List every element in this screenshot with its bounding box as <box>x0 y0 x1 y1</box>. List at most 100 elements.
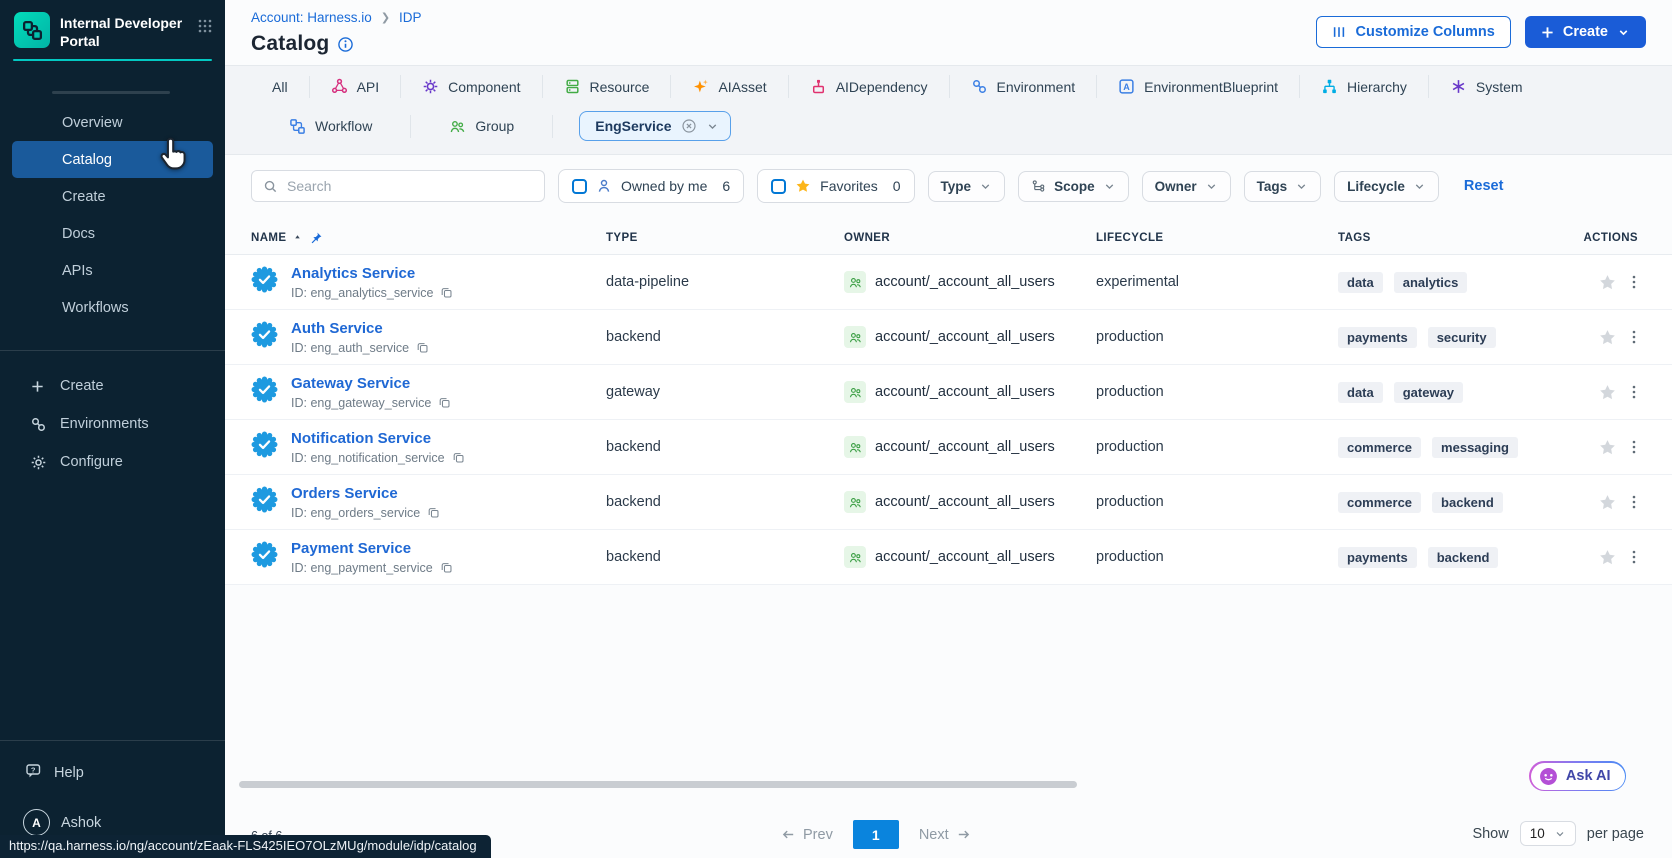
column-type[interactable]: TYPE <box>606 232 844 244</box>
copy-icon[interactable] <box>438 396 451 409</box>
kebab-menu-icon[interactable] <box>1626 384 1642 400</box>
sidebar-nav-label: Catalog <box>62 152 112 168</box>
table-row-gateway-service[interactable]: Gateway Service ID: eng_gateway_service … <box>225 365 1672 420</box>
favorite-star-icon[interactable] <box>1598 273 1617 292</box>
kebab-menu-icon[interactable] <box>1626 549 1642 565</box>
sidebar-item-apis[interactable]: APIs <box>12 252 213 289</box>
search-box[interactable] <box>251 170 545 202</box>
current-page-button[interactable]: 1 <box>853 820 899 849</box>
copy-icon[interactable] <box>416 341 429 354</box>
entity-name-link[interactable]: Notification Service <box>291 430 465 447</box>
sidebar-secondary-configure[interactable]: Configure <box>0 443 225 481</box>
tag-chip: data <box>1338 382 1383 403</box>
tab-aidependency[interactable]: AIDependency <box>789 75 950 98</box>
tab-hierarchy[interactable]: Hierarchy <box>1300 75 1429 98</box>
copy-icon[interactable] <box>440 561 453 574</box>
per-page-select[interactable]: 10 <box>1520 821 1576 846</box>
entity-name-link[interactable]: Gateway Service <box>291 375 451 392</box>
column-lifecycle[interactable]: LIFECYCLE <box>1096 232 1338 244</box>
column-tags[interactable]: TAGS <box>1338 232 1576 244</box>
scope-icon <box>1031 179 1046 194</box>
tab-aiasset[interactable]: AIAsset <box>671 75 788 98</box>
sidebar-item-overview[interactable]: Overview <box>12 104 213 141</box>
filter-lifecycle[interactable]: Lifecycle <box>1334 171 1439 202</box>
catalog-table: NAME TYPE OWNER LIFECYCLE TAGS ACTIONS <box>225 221 1672 585</box>
tab-system[interactable]: System <box>1429 75 1544 98</box>
table-row-auth-service[interactable]: Auth Service ID: eng_auth_service backen… <box>225 310 1672 365</box>
favorite-star-icon[interactable] <box>1598 548 1617 567</box>
sidebar-secondary-nav: Create Environments Configure <box>0 367 225 481</box>
kebab-menu-icon[interactable] <box>1626 494 1642 510</box>
filter-tags[interactable]: Tags <box>1244 171 1322 202</box>
copy-icon[interactable] <box>440 286 453 299</box>
tab-environmentblueprint[interactable]: A EnvironmentBlueprint <box>1097 75 1300 98</box>
table-row-payment-service[interactable]: Payment Service ID: eng_payment_service … <box>225 530 1672 585</box>
copy-icon[interactable] <box>427 506 440 519</box>
sidebar-item-create[interactable]: Create <box>12 178 213 215</box>
tab-workflow[interactable]: Workflow <box>251 115 411 138</box>
reset-filters-link[interactable]: Reset <box>1464 178 1504 194</box>
next-page-button[interactable]: Next <box>919 827 971 843</box>
favorites-filter[interactable]: Favorites 0 <box>757 169 914 203</box>
entity-owner: account/_account_all_users <box>875 439 1055 455</box>
pin-icon[interactable] <box>309 231 323 245</box>
tab-all[interactable]: All <box>251 76 310 98</box>
sidebar-item-docs[interactable]: Docs <box>12 215 213 252</box>
favorite-star-icon[interactable] <box>1598 328 1617 347</box>
entity-id: ID: eng_notification_service <box>291 451 445 465</box>
filter-type[interactable]: Type <box>928 171 1006 202</box>
chevron-down-icon[interactable] <box>706 120 719 133</box>
favorites-checkbox[interactable] <box>771 179 786 194</box>
owner-group-icon <box>844 381 866 403</box>
close-circle-icon[interactable] <box>681 118 697 134</box>
tab-group[interactable]: Group <box>411 115 553 138</box>
tab-environment[interactable]: Environment <box>950 75 1098 98</box>
owned-by-me-checkbox[interactable] <box>572 179 587 194</box>
sidebar-secondary-environments[interactable]: Environments <box>0 405 225 443</box>
idp-logo-icon[interactable] <box>14 12 50 48</box>
breadcrumb-account[interactable]: Account: Harness.io <box>251 10 372 25</box>
horizontal-scrollbar[interactable] <box>239 781 1077 788</box>
kebab-menu-icon[interactable] <box>1626 439 1642 455</box>
sort-asc-icon[interactable] <box>293 233 302 242</box>
entity-lifecycle: production <box>1096 439 1338 455</box>
customize-columns-button[interactable]: Customize Columns <box>1316 16 1510 48</box>
table-row-notification-service[interactable]: Notification Service ID: eng_notificatio… <box>225 420 1672 475</box>
tab-resource[interactable]: Resource <box>543 75 672 98</box>
filter-scope[interactable]: Scope <box>1018 171 1129 202</box>
filter-owner[interactable]: Owner <box>1142 171 1231 202</box>
table-row-orders-service[interactable]: Orders Service ID: eng_orders_service ba… <box>225 475 1672 530</box>
create-button[interactable]: Create <box>1525 16 1646 48</box>
owned-by-me-filter[interactable]: Owned by me 6 <box>558 169 744 203</box>
sidebar-item-catalog[interactable]: Catalog <box>12 141 213 178</box>
table-row-analytics-service[interactable]: Analytics Service ID: eng_analytics_serv… <box>225 255 1672 310</box>
breadcrumb-module[interactable]: IDP <box>399 10 422 25</box>
search-icon <box>263 179 278 194</box>
favorite-star-icon[interactable] <box>1598 493 1617 512</box>
info-icon[interactable] <box>337 36 354 53</box>
chevron-down-icon <box>979 180 992 193</box>
sidebar-secondary-create[interactable]: Create <box>0 367 225 405</box>
ask-ai-button[interactable]: Ask AI <box>1531 763 1625 790</box>
column-owner[interactable]: OWNER <box>844 232 1096 244</box>
entity-name-link[interactable]: Orders Service <box>291 485 440 502</box>
verified-badge-icon <box>251 321 278 353</box>
tab-api[interactable]: API <box>310 75 402 98</box>
entity-lifecycle: experimental <box>1096 274 1338 290</box>
favorite-star-icon[interactable] <box>1598 383 1617 402</box>
kebab-menu-icon[interactable] <box>1626 274 1642 290</box>
selected-entity-chip[interactable]: EngService <box>579 111 730 141</box>
search-input[interactable] <box>287 178 533 194</box>
kebab-menu-icon[interactable] <box>1626 329 1642 345</box>
app-switcher-icon[interactable] <box>197 18 213 39</box>
help-button[interactable]: ? Help <box>0 753 225 793</box>
copy-icon[interactable] <box>452 451 465 464</box>
favorite-star-icon[interactable] <box>1598 438 1617 457</box>
column-name[interactable]: NAME <box>251 231 606 245</box>
sidebar-item-workflows[interactable]: Workflows <box>12 289 213 326</box>
entity-name-link[interactable]: Auth Service <box>291 320 429 337</box>
prev-page-button[interactable]: Prev <box>781 827 833 843</box>
tab-component[interactable]: Component <box>401 75 542 98</box>
entity-name-link[interactable]: Payment Service <box>291 540 453 557</box>
entity-name-link[interactable]: Analytics Service <box>291 265 453 282</box>
